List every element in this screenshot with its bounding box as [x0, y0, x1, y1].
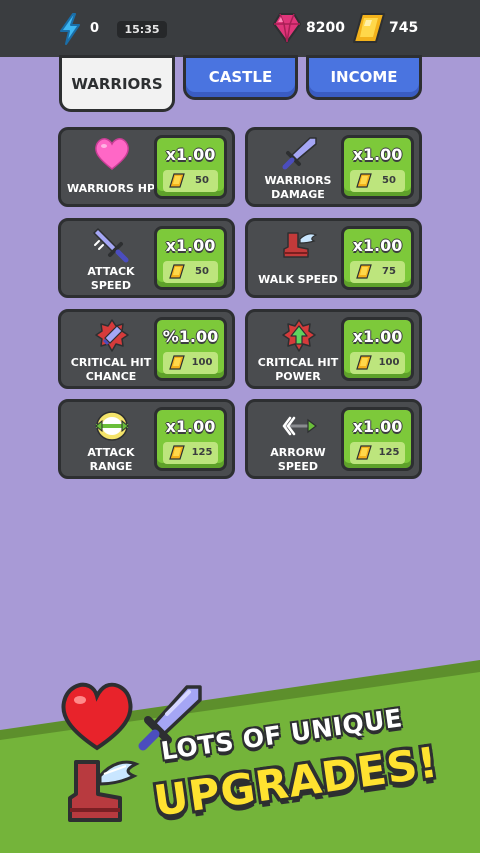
gold-bar-icon [353, 13, 385, 43]
upgrade-multiplier: x1.00 [165, 417, 216, 436]
energy-count: 0 [90, 21, 100, 36]
promo-heart-icon [61, 682, 133, 751]
upgrade-multiplier: x1.00 [352, 236, 403, 255]
upgrade-multiplier: x1.00 [352, 417, 403, 436]
upgrade-cost: 125 [378, 447, 400, 458]
upgrade-label: ATTACK SPEED [87, 265, 135, 292]
gem-count: 8200 [306, 20, 345, 36]
upgrade-card-critical-hit-chance: CRITICAL HIT CHANCE %1.00 100 [58, 309, 235, 389]
upgrade-label: ARRORW SPEED [270, 446, 326, 473]
gold-bar-icon [169, 355, 185, 370]
gold-count: 745 [389, 20, 419, 36]
upgrade-card-arrow-speed: ARRORW SPEED x1.00 125 [245, 399, 422, 479]
upgrade-buy-button[interactable]: x1.00 75 [341, 226, 414, 290]
upgrade-multiplier: x1.00 [352, 145, 403, 164]
upgrade-buy-button[interactable]: x1.00 50 [154, 226, 227, 290]
upgrade-multiplier: x1.00 [352, 327, 403, 346]
gem-icon [273, 13, 301, 43]
winged-boot-icon [283, 232, 318, 258]
gold-bar-icon [169, 445, 185, 460]
upgrade-card-warriors-hp: WARRIORS HP x1.00 50 [58, 127, 235, 207]
gold-bar-icon [169, 264, 185, 279]
price-box: 125 [163, 442, 218, 464]
heart-icon [95, 138, 129, 170]
price-box: 75 [350, 261, 405, 283]
gold-bar-icon [356, 173, 372, 188]
tab-castle[interactable]: CASTLE [183, 55, 298, 100]
upgrade-label: WARRIORS DAMAGE [264, 174, 332, 201]
gold-bar-icon [356, 355, 372, 370]
price-box: 100 [350, 352, 405, 374]
upgrade-label: WARRIORS HP [66, 182, 156, 195]
upgrade-multiplier: x1.00 [165, 145, 216, 164]
price-box: 50 [350, 170, 405, 192]
upgrade-card-attack-range: ATTACK RANGE x1.00 125 [58, 399, 235, 479]
upgrade-cost: 50 [195, 175, 209, 186]
gold-bar-icon [356, 264, 372, 279]
upgrade-buy-button[interactable]: x1.00 125 [154, 407, 227, 471]
upgrade-label: CRITICAL HIT POWER [257, 356, 339, 383]
upgrade-cost: 100 [378, 357, 400, 368]
price-box: 50 [163, 261, 218, 283]
energy-bolt-icon [60, 13, 80, 45]
energy-timer: 15:35 [117, 21, 167, 38]
upgrade-label: CRITICAL HIT CHANCE [70, 356, 152, 383]
fast-sword-icon [93, 228, 129, 263]
crit-chance-icon [95, 319, 129, 352]
upgrade-label: ATTACK RANGE [87, 446, 135, 473]
range-icon [95, 411, 129, 441]
upgrade-cost: 50 [195, 266, 209, 277]
upgrade-cost: 100 [191, 357, 213, 368]
upgrade-buy-button[interactable]: x1.00 50 [154, 135, 227, 199]
price-box: 125 [350, 442, 405, 464]
upgrade-cost: 50 [382, 175, 396, 186]
upgrade-multiplier: x1.00 [165, 236, 216, 255]
upgrade-card-walk-speed: WALK SPEED x1.00 75 [245, 218, 422, 298]
gold-bar-icon [169, 173, 185, 188]
upgrade-card-attack-speed: ATTACK SPEED x1.00 50 [58, 218, 235, 298]
upgrade-buy-button[interactable]: x1.00 100 [341, 317, 414, 381]
upgrade-card-critical-hit-power: CRITICAL HIT POWER x1.00 100 [245, 309, 422, 389]
upgrade-cost: 75 [382, 266, 396, 277]
upgrade-cost: 125 [191, 447, 213, 458]
upgrade-buy-button[interactable]: x1.00 125 [341, 407, 414, 471]
upgrade-label: WALK SPEED [258, 273, 338, 286]
arrow-speed-icon [282, 416, 317, 436]
sword-icon [282, 137, 317, 170]
tab-warriors[interactable]: WARRIORS [59, 55, 175, 112]
crit-power-icon [282, 319, 316, 352]
top-bar: 0 15:35 8200 745 [0, 0, 480, 57]
upgrade-buy-button[interactable]: x1.00 50 [341, 135, 414, 199]
gold-bar-icon [356, 445, 372, 460]
tab-income[interactable]: INCOME [306, 55, 422, 100]
price-box: 50 [163, 170, 218, 192]
upgrade-multiplier: %1.00 [162, 327, 219, 346]
price-box: 100 [163, 352, 218, 374]
upgrade-card-warriors-damage: WARRIORS DAMAGE x1.00 50 [245, 127, 422, 207]
promo-winged-boot-icon [68, 760, 140, 822]
upgrade-buy-button[interactable]: %1.00 100 [154, 317, 227, 381]
